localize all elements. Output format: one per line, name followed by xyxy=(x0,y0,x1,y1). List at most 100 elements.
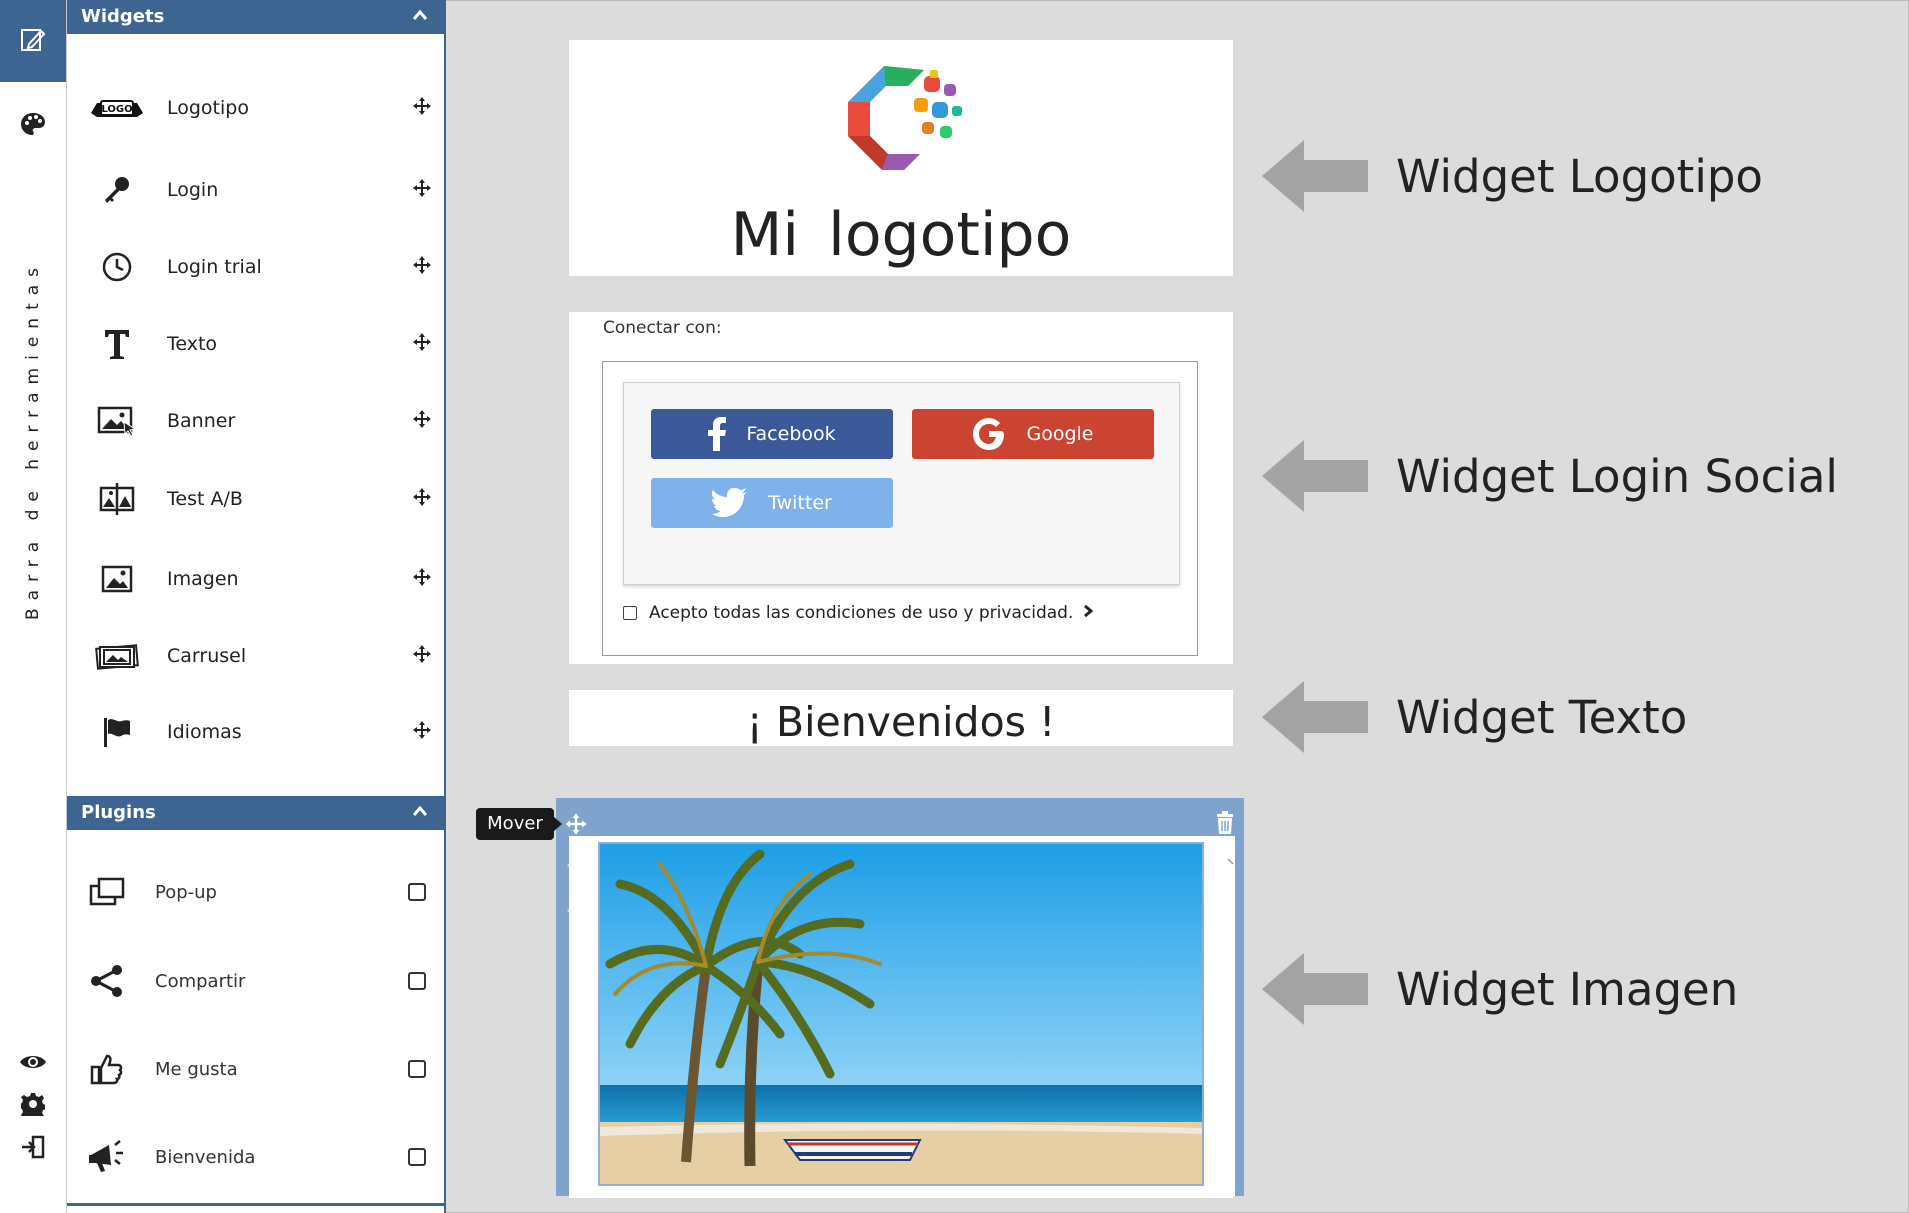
social-buttons-container: Facebook Google Twitter xyxy=(623,382,1180,585)
megaphone-icon xyxy=(82,1139,132,1175)
welcome-text: ¡ Bienvenidos ! xyxy=(746,698,1056,746)
arrow-left-icon xyxy=(1262,681,1368,753)
facebook-button[interactable]: Facebook xyxy=(651,409,893,459)
plugin-checkbox[interactable] xyxy=(408,1060,426,1078)
move-icon[interactable] xyxy=(412,409,432,433)
facebook-icon xyxy=(708,417,727,451)
widget-label: Banner xyxy=(167,410,236,432)
share-icon xyxy=(82,964,132,998)
arrow-down-icon[interactable] xyxy=(562,894,590,924)
toolbar-vertical-label: Barra de herramientas xyxy=(23,259,43,621)
chevron-right-icon[interactable] xyxy=(1083,603,1094,623)
widget-item-idiomas[interactable]: Idiomas xyxy=(67,702,444,762)
ab-test-icon xyxy=(87,482,147,516)
eye-icon[interactable] xyxy=(19,1048,47,1076)
plugin-label: Pop-up xyxy=(155,881,217,903)
popup-icon xyxy=(82,877,132,907)
plugin-item-me-gusta[interactable]: Me gusta xyxy=(67,1039,444,1099)
plugin-checkbox[interactable] xyxy=(408,1148,426,1166)
edit-icon[interactable] xyxy=(19,26,47,54)
twitter-button[interactable]: Twitter xyxy=(651,478,893,528)
login-social-widget[interactable]: Conectar con: Facebook Google Twitter Ac… xyxy=(569,312,1233,664)
move-icon[interactable] xyxy=(412,567,432,591)
google-button[interactable]: Google xyxy=(912,409,1154,459)
chevron-up-icon[interactable] xyxy=(398,0,428,34)
plugin-checkbox[interactable] xyxy=(408,883,426,901)
move-icon[interactable] xyxy=(412,178,432,202)
carousel-icon xyxy=(87,641,147,671)
move-icon[interactable] xyxy=(412,720,432,744)
plugins-title: Plugins xyxy=(81,802,156,823)
widget-label: Carrusel xyxy=(167,645,247,667)
widget-label: Texto xyxy=(167,333,218,355)
widget-item-texto[interactable]: Texto xyxy=(67,314,444,374)
plugin-item-bienvenida[interactable]: Bienvenida xyxy=(67,1127,444,1187)
widget-item-test-ab[interactable]: Test A/B xyxy=(67,469,444,529)
widget-label: Test A/B xyxy=(167,488,243,510)
annotation-logotipo: Widget Logotipo xyxy=(1262,140,1763,212)
widgets-header[interactable]: Widgets xyxy=(67,0,444,34)
plugins-header[interactable]: Plugins xyxy=(67,796,444,830)
widget-item-logotipo[interactable]: LOGO Logotipo xyxy=(67,78,444,138)
terms-checkbox[interactable] xyxy=(623,606,637,620)
logo-icon: LOGO xyxy=(87,95,147,121)
connect-label: Conectar con: xyxy=(603,318,722,338)
widgets-panel: Widgets LOGO Logotipo Login Login trial … xyxy=(67,0,446,1213)
move-icon[interactable] xyxy=(412,332,432,356)
key-icon xyxy=(87,174,147,206)
widgets-title: Widgets xyxy=(81,6,165,27)
widget-item-login[interactable]: Login xyxy=(67,160,444,220)
move-icon[interactable] xyxy=(412,644,432,668)
annotation-imagen: Widget Imagen xyxy=(1262,953,1738,1025)
widget-label: Imagen xyxy=(167,568,239,590)
annotation-text: Widget Imagen xyxy=(1396,962,1739,1016)
flag-icon xyxy=(87,716,147,748)
terms-row[interactable]: Acepto todas las condiciones de uso y pr… xyxy=(623,603,1094,623)
logo-widget[interactable]: Mi logotipo xyxy=(569,40,1233,276)
move-icon[interactable] xyxy=(562,808,590,840)
widget-item-banner[interactable]: Banner xyxy=(67,391,444,451)
plugin-label: Me gusta xyxy=(155,1058,238,1080)
widget-item-carrusel[interactable]: Carrusel xyxy=(67,626,444,686)
vertical-toolbar: Barra de herramientas xyxy=(0,0,67,1213)
annotation-login-social: Widget Login Social xyxy=(1262,440,1838,512)
beach-photo xyxy=(598,842,1204,1186)
widget-label: Login trial xyxy=(167,256,262,278)
move-icon[interactable] xyxy=(412,487,432,511)
move-icon[interactable] xyxy=(412,96,432,120)
widget-item-imagen[interactable]: Imagen xyxy=(67,549,444,609)
palette-icon[interactable] xyxy=(19,110,47,138)
widget-label: Idiomas xyxy=(167,721,242,743)
annotation-text: Widget Login Social xyxy=(1396,449,1838,503)
arrow-left-icon xyxy=(1262,440,1368,512)
text-icon xyxy=(87,327,147,361)
gear-icon[interactable] xyxy=(19,1090,47,1118)
move-tooltip: Mover xyxy=(476,808,562,840)
plugin-item-compartir[interactable]: Compartir xyxy=(67,951,444,1011)
plugin-label: Compartir xyxy=(155,970,246,992)
plugin-checkbox[interactable] xyxy=(408,972,426,990)
annotation-text: Widget Logotipo xyxy=(1396,149,1763,203)
panel-bottom-border xyxy=(67,1203,444,1206)
login-box: Facebook Google Twitter Acepto todas las… xyxy=(602,361,1198,656)
terms-text: Acepto todas las condiciones de uso y pr… xyxy=(649,603,1074,623)
arrow-up-icon[interactable] xyxy=(562,852,590,882)
clock-icon xyxy=(87,251,147,283)
facebook-label: Facebook xyxy=(746,423,836,445)
arrow-left-icon xyxy=(1262,140,1368,212)
logout-icon[interactable] xyxy=(19,1133,47,1161)
move-icon[interactable] xyxy=(412,255,432,279)
widget-label: Logotipo xyxy=(167,97,249,119)
plugin-item-popup[interactable]: Pop-up xyxy=(67,862,444,922)
twitter-icon xyxy=(712,488,748,518)
pencil-icon[interactable] xyxy=(1211,852,1239,882)
trash-icon[interactable] xyxy=(1211,808,1239,838)
widget-item-login-trial[interactable]: Login trial xyxy=(67,237,444,297)
annotation-text: Widget Texto xyxy=(1396,690,1688,744)
thumbs-up-icon xyxy=(82,1052,132,1086)
chevron-up-icon[interactable] xyxy=(398,796,428,830)
text-widget[interactable]: ¡ Bienvenidos ! xyxy=(569,690,1233,746)
widget-label: Login xyxy=(167,179,219,201)
image-icon xyxy=(87,565,147,593)
arrow-left-icon xyxy=(1262,953,1368,1025)
